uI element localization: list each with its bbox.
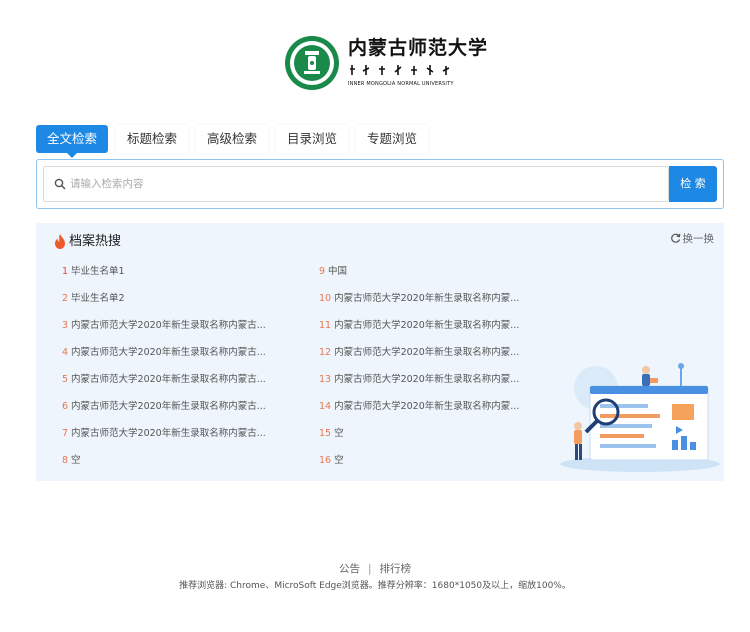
rank-number: 6	[62, 401, 69, 412]
search-icon	[54, 178, 66, 190]
rank-number: 2	[62, 293, 69, 304]
hot-item-text: 内蒙古师范大学2020年新生录取名称内蒙...	[334, 293, 520, 304]
rank-number: 5	[62, 374, 69, 385]
hot-item-text: 内蒙古师范大学2020年新生录取名称内蒙古...	[71, 320, 266, 331]
refresh-label: 换一换	[682, 233, 715, 245]
hot-item-text: 空	[71, 455, 81, 466]
hot-item[interactable]: 15 空	[319, 426, 551, 442]
tab-title-search[interactable]: 标题检索	[116, 125, 188, 153]
ranking-link[interactable]: 排行榜	[380, 561, 412, 576]
tab-topic-browse[interactable]: 专题浏览	[356, 125, 428, 153]
tab-catalog-browse[interactable]: 目录浏览	[276, 125, 348, 153]
hot-item-text: 内蒙古师范大学2020年新生录取名称内蒙古...	[71, 401, 266, 412]
rank-number: 3	[62, 320, 69, 331]
hot-item[interactable]: 12 内蒙古师范大学2020年新生录取名称内蒙...	[319, 345, 551, 361]
tab-fulltext-search[interactable]: 全文检索	[36, 125, 108, 158]
hot-item[interactable]: 16 空	[319, 453, 551, 469]
hot-item-text: 内蒙古师范大学2020年新生录取名称内蒙...	[334, 401, 520, 412]
rank-number: 1	[62, 266, 69, 277]
footer-links: 公告 | 排行榜	[0, 561, 750, 576]
rank-number: 10	[319, 293, 332, 304]
rank-number: 11	[319, 320, 332, 331]
search-illustration-icon	[560, 363, 720, 472]
logo-chinese-name: 内蒙古师范大学	[348, 37, 489, 59]
search-input[interactable]	[70, 175, 650, 193]
hot-item[interactable]: 2 毕业生名单2	[62, 291, 294, 307]
rank-number: 16	[319, 455, 332, 466]
hot-item-text: 内蒙古师范大学2020年新生录取名称内蒙...	[334, 374, 520, 385]
hot-item[interactable]: 3 内蒙古师范大学2020年新生录取名称内蒙古...	[62, 318, 294, 334]
hot-item[interactable]: 1 毕业生名单1	[62, 264, 294, 280]
tab-advanced-search[interactable]: 高级检索	[196, 125, 268, 153]
search-box: 检 索	[36, 159, 724, 209]
rank-number: 8	[62, 455, 69, 466]
university-logo: 内蒙古师范大学 INNER MONGOLIA NORMAL UNIVERSITY	[284, 27, 487, 99]
hot-item[interactable]: 6 内蒙古师范大学2020年新生录取名称内蒙古...	[62, 399, 294, 415]
hot-item[interactable]: 7 内蒙古师范大学2020年新生录取名称内蒙古...	[62, 426, 294, 442]
footer-separator: |	[367, 563, 372, 575]
logo-mongolian-script	[348, 62, 460, 76]
hot-item-text: 毕业生名单2	[71, 293, 125, 304]
hot-item-text: 中国	[328, 266, 348, 277]
hot-item-text: 内蒙古师范大学2020年新生录取名称内蒙...	[334, 347, 520, 358]
flame-icon	[55, 234, 65, 249]
hot-item-text: 空	[334, 428, 344, 439]
hot-item-text: 毕业生名单1	[71, 266, 125, 277]
rank-number: 13	[319, 374, 332, 385]
hot-search-panel: 档案热搜 换一换 1 毕业生名单1 2 毕业生名单2 3 内蒙古师范大学2020年新生…	[36, 223, 724, 481]
hot-item[interactable]: 9 中国	[319, 264, 551, 280]
rank-number: 14	[319, 401, 332, 412]
rank-number: 7	[62, 428, 69, 439]
hot-item[interactable]: 4 内蒙古师范大学2020年新生录取名称内蒙古...	[62, 345, 294, 361]
hot-item-text: 内蒙古师范大学2020年新生录取名称内蒙古...	[71, 428, 266, 439]
rank-number: 12	[319, 347, 332, 358]
hot-item[interactable]: 5 内蒙古师范大学2020年新生录取名称内蒙古...	[62, 372, 294, 388]
hot-item[interactable]: 10 内蒙古师范大学2020年新生录取名称内蒙...	[319, 291, 551, 307]
hot-item[interactable]: 13 内蒙古师范大学2020年新生录取名称内蒙...	[319, 372, 551, 388]
hot-item[interactable]: 8空	[62, 453, 294, 469]
rank-number: 9	[319, 266, 326, 277]
hot-item-text: 内蒙古师范大学2020年新生录取名称内蒙...	[334, 320, 520, 331]
hot-search-title: 档案热搜	[69, 234, 122, 249]
logo-english-name: INNER MONGOLIA NORMAL UNIVERSITY	[348, 81, 454, 87]
search-button[interactable]: 检 索	[669, 166, 717, 202]
rank-number: 4	[62, 347, 69, 358]
hot-item-text: 内蒙古师范大学2020年新生录取名称内蒙古...	[71, 347, 266, 358]
hot-item-text: 内蒙古师范大学2020年新生录取名称内蒙古...	[71, 374, 266, 385]
hot-item[interactable]: 14 内蒙古师范大学2020年新生录取名称内蒙...	[319, 399, 551, 415]
browser-recommendation: 推荐浏览器: Chrome、MicroSoft Edge浏览器。推荐分辨率：16…	[179, 581, 571, 591]
search-field-wrapper	[43, 166, 669, 202]
hot-item-text: 空	[334, 455, 344, 466]
rank-number: 15	[319, 428, 332, 439]
refresh-icon	[670, 233, 680, 243]
refresh-button[interactable]: 换一换	[670, 231, 715, 247]
hot-item[interactable]: 11 内蒙古师范大学2020年新生录取名称内蒙...	[319, 318, 551, 334]
notice-link[interactable]: 公告	[339, 561, 360, 576]
